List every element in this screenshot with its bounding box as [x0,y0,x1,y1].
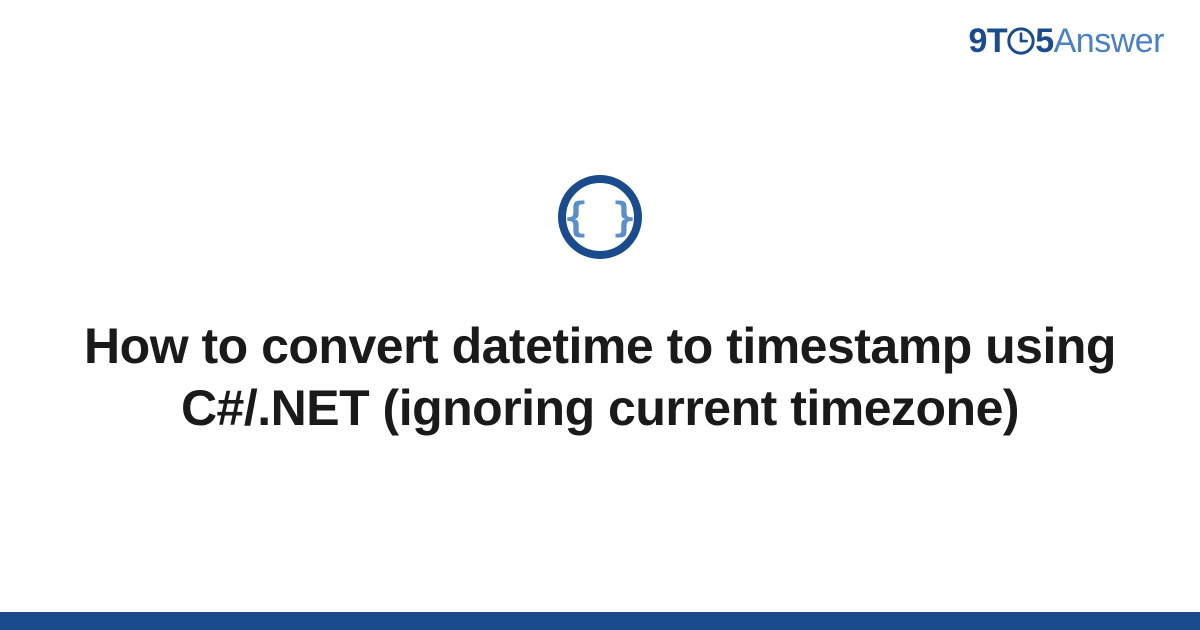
svg-text:{ }: { } [564,195,636,241]
page-title: How to convert datetime to timestamp usi… [80,315,1120,439]
main-content: { } How to convert datetime to timestamp… [0,0,1200,612]
footer-bar [0,612,1200,630]
curly-braces-icon: { } [556,173,644,261]
